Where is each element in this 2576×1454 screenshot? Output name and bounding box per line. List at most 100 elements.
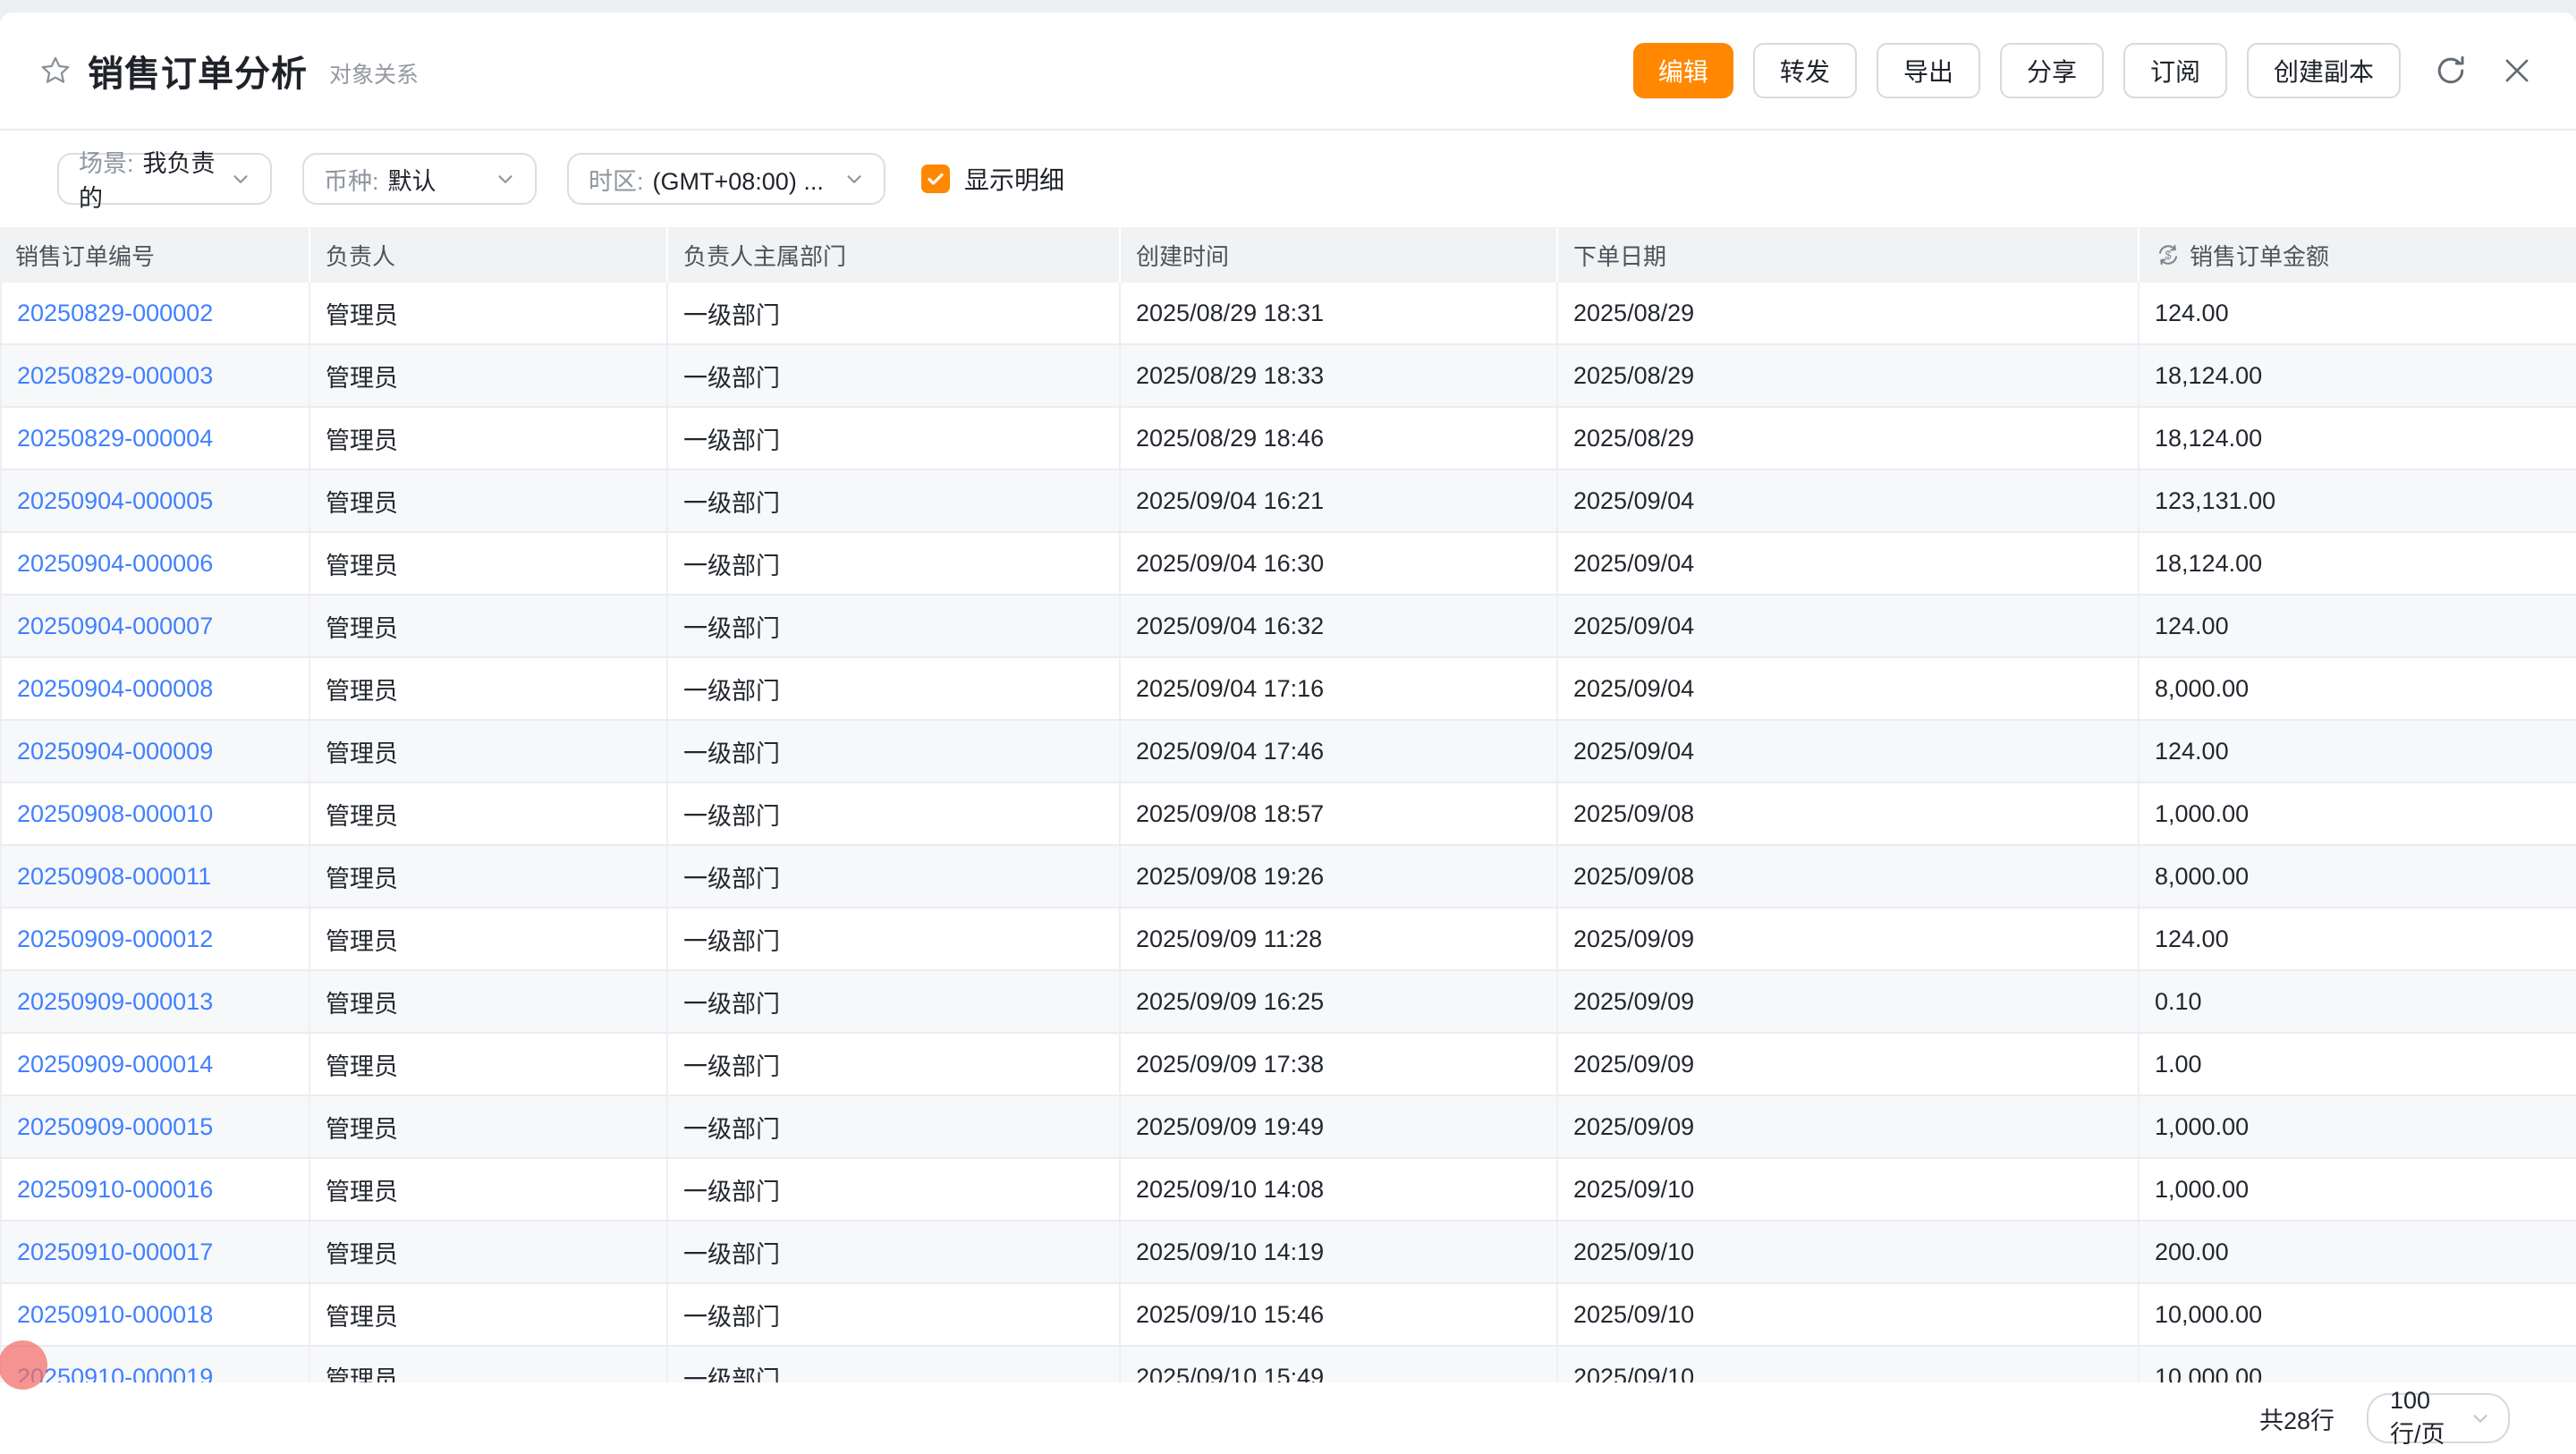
- cell-owner: 管理员: [310, 971, 668, 1032]
- table-row: 20250908-000010 管理员一级部门2025/09/08 18:5720…: [0, 783, 2576, 846]
- show-detail-toggle[interactable]: 显示明细: [921, 161, 1064, 197]
- order-link[interactable]: 20250909-000013: [17, 988, 213, 1016]
- checkbox-checked-icon[interactable]: [921, 165, 950, 193]
- cell-order-no: 20250910-000018: [0, 1284, 310, 1345]
- duplicate-button[interactable]: 创建副本: [2247, 43, 2401, 98]
- cell-order-date: 2025/09/09: [1558, 1096, 2140, 1157]
- cell-department: 一级部门: [668, 721, 1121, 782]
- col-owner[interactable]: 负责人: [310, 227, 668, 283]
- cell-order-date: 2025/08/29: [1558, 283, 2140, 343]
- page-subtitle: 对象关系: [329, 57, 419, 89]
- currency-filter-text: 币种:默认: [324, 162, 436, 197]
- cell-order-date: 2025/09/10: [1558, 1222, 2140, 1282]
- cell-created-at: 2025/09/04 16:32: [1121, 596, 1558, 656]
- cell-department: 一级部门: [668, 1034, 1121, 1095]
- cell-order-date: 2025/09/10: [1558, 1284, 2140, 1345]
- order-link[interactable]: 20250909-000012: [17, 926, 213, 953]
- cell-amount: 8,000.00: [2140, 846, 2576, 907]
- table-header-row: 销售订单编号 负责人 负责人主属部门 创建时间 下单日期 $ 销售订单金额: [0, 227, 2576, 283]
- order-link[interactable]: 20250904-000009: [17, 738, 213, 765]
- floating-assistant-button[interactable]: [0, 1340, 47, 1390]
- cell-owner: 管理员: [310, 909, 668, 969]
- order-link[interactable]: 20250829-000002: [17, 300, 213, 327]
- cell-owner: 管理员: [310, 1034, 668, 1095]
- cell-order-date: 2025/09/04: [1558, 658, 2140, 719]
- background-strip: [0, 0, 2576, 13]
- table-row: 20250910-000016管理员一级部门2025/09/10 14:0820…: [0, 1159, 2576, 1222]
- col-order-no[interactable]: 销售订单编号: [0, 227, 310, 283]
- cell-owner: 管理员: [310, 283, 668, 343]
- order-link[interactable]: 20250904-000006: [17, 550, 213, 578]
- cell-order-date: 2025/09/04: [1558, 596, 2140, 656]
- forward-button[interactable]: 转发: [1753, 43, 1857, 98]
- cell-department: 一级部门: [668, 1222, 1121, 1282]
- cell-order-no: 20250904-000006: [0, 533, 310, 594]
- cell-order-date: 2025/09/08: [1558, 783, 2140, 844]
- cell-owner: 管理员: [310, 846, 668, 907]
- subscribe-button[interactable]: 订阅: [2123, 43, 2227, 98]
- share-button[interactable]: 分享: [2000, 43, 2104, 98]
- order-link[interactable]: 20250910-000016: [17, 1176, 213, 1204]
- order-link[interactable]: 20250908-000010: [17, 800, 213, 828]
- app-header: 销售订单分析 对象关系 编辑 转发 导出 分享 订阅 创建副本: [0, 13, 2576, 131]
- cell-created-at: 2025/09/04 17:16: [1121, 658, 1558, 719]
- cell-department: 一级部门: [668, 596, 1121, 656]
- cell-owner: 管理员: [310, 596, 668, 656]
- order-link[interactable]: 20250904-000007: [17, 613, 213, 640]
- order-link[interactable]: 20250829-000003: [17, 362, 213, 390]
- col-created-at[interactable]: 创建时间: [1121, 227, 1558, 283]
- cell-owner: 管理员: [310, 1347, 668, 1382]
- table-row: 20250829-000003管理员一级部门2025/08/29 18:3320…: [0, 345, 2576, 408]
- cell-order-date: 2025/09/09: [1558, 909, 2140, 969]
- cell-order-date: 2025/08/29: [1558, 345, 2140, 406]
- close-icon[interactable]: [2497, 51, 2537, 90]
- cell-order-no: 20250910-000017: [0, 1222, 310, 1282]
- cell-amount: 1,000.00: [2140, 783, 2576, 844]
- order-link[interactable]: 20250908-000011: [17, 863, 211, 891]
- cell-department: 一级部门: [668, 846, 1121, 907]
- cell-created-at: 2025/08/29 18:31: [1121, 283, 1558, 343]
- order-link[interactable]: 20250909-000014: [17, 1051, 213, 1078]
- col-order-date[interactable]: 下单日期: [1558, 227, 2140, 283]
- export-button[interactable]: 导出: [1877, 43, 1980, 98]
- order-link[interactable]: 20250829-000004: [17, 425, 213, 452]
- order-link[interactable]: 20250904-000008: [17, 675, 213, 703]
- timezone-filter-dropdown[interactable]: 时区:(GMT+08:00) ...: [567, 153, 886, 205]
- refresh-icon[interactable]: [2431, 51, 2470, 90]
- cell-department: 一级部门: [668, 470, 1121, 531]
- cell-department: 一级部门: [668, 783, 1121, 844]
- cell-created-at: 2025/09/08 18:57: [1121, 783, 1558, 844]
- pagination-footer: 共28行 100行/页: [0, 1382, 2576, 1454]
- table-row: 20250829-000004管理员一级部门2025/08/29 18:4620…: [0, 408, 2576, 470]
- cell-order-no: 20250909-000013: [0, 971, 310, 1032]
- cell-order-no: 20250904-000005: [0, 470, 310, 531]
- cell-created-at: 2025/09/04 16:30: [1121, 533, 1558, 594]
- cell-order-no: 20250904-000008: [0, 658, 310, 719]
- order-link[interactable]: 20250910-000018: [17, 1301, 213, 1329]
- chevron-down-icon: [2469, 1407, 2492, 1430]
- edit-button[interactable]: 编辑: [1633, 43, 1733, 98]
- scene-filter-dropdown[interactable]: 场景:我负责的: [57, 153, 272, 205]
- order-link[interactable]: 20250910-000017: [17, 1238, 213, 1266]
- page-size-select[interactable]: 100行/页: [2367, 1393, 2510, 1443]
- col-amount[interactable]: $ 销售订单金额: [2140, 227, 2576, 283]
- table-row: 20250904-000009管理员一级部门2025/09/04 17:4620…: [0, 721, 2576, 783]
- order-link[interactable]: 20250904-000005: [17, 487, 213, 515]
- cell-amount: 1,000.00: [2140, 1096, 2576, 1157]
- table-row: 20250909-000013管理员一级部门2025/09/09 16:2520…: [0, 971, 2576, 1034]
- table-row: 20250910-000019管理员一级部门2025/09/10 15:4920…: [0, 1347, 2576, 1382]
- cell-owner: 管理员: [310, 783, 668, 844]
- cell-department: 一级部门: [668, 345, 1121, 406]
- cell-amount: 8,000.00: [2140, 658, 2576, 719]
- order-link[interactable]: 20250909-000015: [17, 1113, 213, 1141]
- currency-filter-dropdown[interactable]: 币种:默认: [302, 153, 537, 205]
- cell-order-no: 20250904-000009: [0, 721, 310, 782]
- star-icon[interactable]: [39, 55, 72, 87]
- header-actions: 编辑 转发 导出 分享 订阅 创建副本: [1633, 43, 2537, 98]
- cell-department: 一级部门: [668, 1159, 1121, 1220]
- cell-department: 一级部门: [668, 1096, 1121, 1157]
- table-row: 20250904-000006管理员一级部门2025/09/04 16:3020…: [0, 533, 2576, 596]
- table-row: 20250908-000011管理员一级部门2025/09/08 19:2620…: [0, 846, 2576, 909]
- cell-amount: 10,000.00: [2140, 1347, 2576, 1382]
- col-department[interactable]: 负责人主属部门: [668, 227, 1121, 283]
